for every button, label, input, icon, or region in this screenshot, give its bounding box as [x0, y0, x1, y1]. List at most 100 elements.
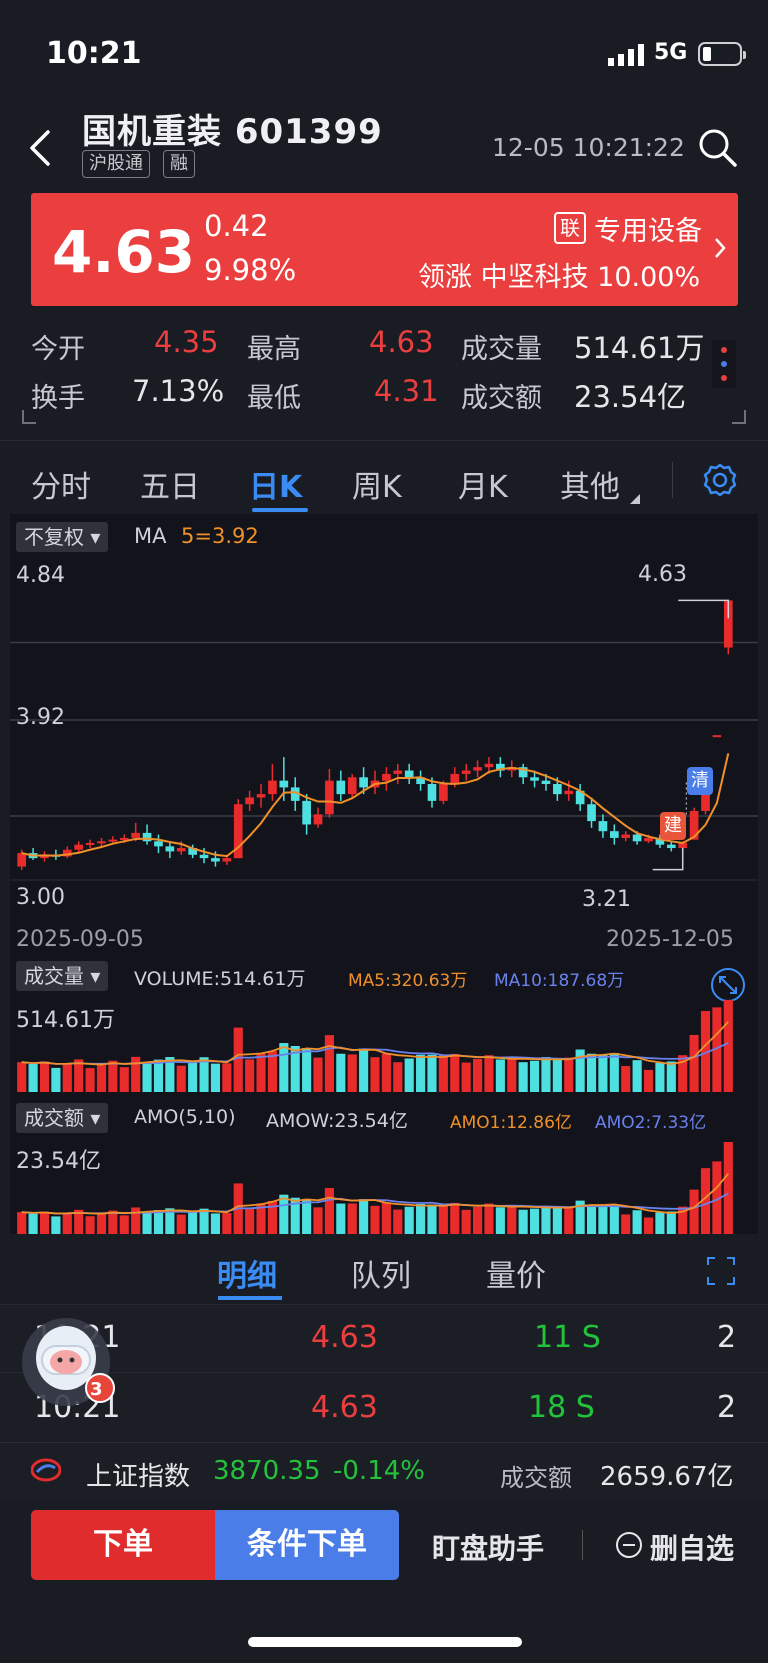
candle — [336, 780, 346, 795]
adjust-dropdown[interactable]: 不复权 ▾ — [16, 522, 109, 552]
bar — [609, 1204, 619, 1234]
candle — [382, 773, 391, 781]
bar — [188, 1062, 198, 1092]
tab-five-day[interactable]: 五日 — [140, 462, 200, 506]
clear-position-marker[interactable]: 清 — [687, 767, 713, 795]
amount-dropdown[interactable]: 成交额 ▾ — [16, 1103, 109, 1133]
bar — [62, 1063, 72, 1092]
candle — [439, 784, 448, 801]
search-icon[interactable] — [698, 128, 738, 168]
bar — [370, 1205, 380, 1234]
bar — [85, 1216, 95, 1234]
index-change: -0.14% — [333, 1456, 425, 1486]
candle — [564, 790, 574, 795]
watch-helper-button[interactable]: 盯盘助手 — [432, 1527, 544, 1567]
tab-monthly-k[interactable]: 月K — [458, 462, 508, 506]
remove-watchlist-button[interactable]: 删自选 — [650, 1527, 734, 1567]
candle — [325, 780, 334, 815]
corner-mark — [22, 410, 36, 424]
bar — [609, 1052, 619, 1092]
bar — [427, 1204, 437, 1234]
build-position-marker[interactable]: 建 — [660, 812, 686, 840]
index-turnover-label: 成交额 — [500, 1464, 572, 1492]
price-change-pct: 9.98% — [204, 253, 297, 287]
bar — [51, 1216, 61, 1234]
sector-name[interactable]: 专用设备 — [594, 209, 702, 248]
gear-icon[interactable] — [702, 462, 738, 498]
tab-volume-price[interactable]: 量价 — [486, 1251, 546, 1295]
bar — [529, 1208, 540, 1234]
volume-ma10: MA10:187.68万 — [494, 971, 625, 991]
bar — [484, 1055, 494, 1092]
bar — [643, 1217, 654, 1234]
bar — [507, 1057, 517, 1092]
volume-bars[interactable] — [10, 990, 758, 1092]
tab-queue[interactable]: 队列 — [351, 1251, 411, 1295]
bar — [461, 1209, 471, 1234]
low-leader-line — [652, 847, 684, 871]
bar — [302, 1048, 312, 1092]
candle — [17, 853, 27, 867]
bar — [17, 1212, 27, 1234]
bar — [689, 1189, 699, 1234]
candle — [154, 841, 163, 847]
bar — [267, 1051, 277, 1092]
candle — [632, 834, 642, 842]
bar — [666, 1211, 676, 1234]
candle — [461, 770, 471, 774]
volume-dropdown[interactable]: 成交量 ▾ — [16, 961, 109, 991]
tab-intraday[interactable]: 分时 — [31, 462, 91, 506]
index-turnover: 2659.67亿 — [600, 1462, 734, 1492]
candle — [530, 777, 539, 781]
bar — [39, 1061, 50, 1092]
bar — [473, 1058, 483, 1092]
bar — [347, 1054, 357, 1092]
bar — [142, 1211, 152, 1234]
amo-params: AMO(5,10) — [134, 1106, 236, 1128]
stat-value-turnover-rate: 7.13% — [132, 374, 225, 408]
tab-daily-k[interactable]: 日K — [249, 462, 302, 506]
bar — [564, 1057, 574, 1092]
bar — [598, 1205, 608, 1234]
fullscreen-icon[interactable] — [706, 1256, 736, 1286]
bar — [427, 1054, 437, 1092]
date-end: 2025-12-05 — [606, 927, 734, 952]
amo1-value: AMO1:12.86亿 — [450, 1113, 572, 1133]
candle — [587, 804, 596, 822]
candle — [245, 797, 254, 805]
tick-volume: 11 S — [534, 1320, 601, 1355]
ma5-value: 5=3.92 — [181, 524, 259, 548]
bar — [529, 1060, 540, 1092]
stat-label-amount: 成交额 — [461, 383, 542, 414]
tab-details[interactable]: 明细 — [217, 1251, 277, 1295]
conditional-order-button[interactable]: 条件下单 — [215, 1510, 399, 1580]
bar — [632, 1210, 642, 1234]
candle — [404, 770, 414, 778]
order-button[interactable]: 下单 — [31, 1510, 215, 1580]
bar — [96, 1213, 107, 1234]
lower-tab-underline — [218, 1296, 282, 1300]
bar — [108, 1210, 118, 1234]
more-dots-icon[interactable] — [712, 340, 736, 388]
assistant-avatar-icon[interactable] — [20, 1318, 118, 1410]
tab-weekly-k[interactable]: 周K — [352, 462, 402, 506]
tag-hk-connect[interactable]: 沪股通 — [82, 150, 150, 178]
tag-margin[interactable]: 融 — [163, 150, 195, 178]
chevron-right-icon[interactable] — [714, 237, 726, 259]
tab-other[interactable]: 其他 — [560, 462, 620, 506]
bar — [450, 1202, 460, 1234]
bar — [416, 1204, 426, 1234]
bar — [324, 1187, 334, 1234]
minus-circle-icon[interactable] — [614, 1530, 644, 1560]
low-marker: 3.21 — [582, 887, 631, 912]
bar — [518, 1209, 528, 1234]
back-icon[interactable] — [28, 128, 52, 168]
index-name: 上证指数 — [86, 1462, 191, 1492]
amount-bars[interactable] — [10, 1132, 758, 1234]
candle — [666, 844, 676, 849]
bar — [336, 1203, 346, 1234]
kline-chart[interactable] — [10, 555, 758, 925]
candle — [450, 773, 460, 785]
bar — [381, 1202, 391, 1234]
bar — [552, 1207, 562, 1234]
